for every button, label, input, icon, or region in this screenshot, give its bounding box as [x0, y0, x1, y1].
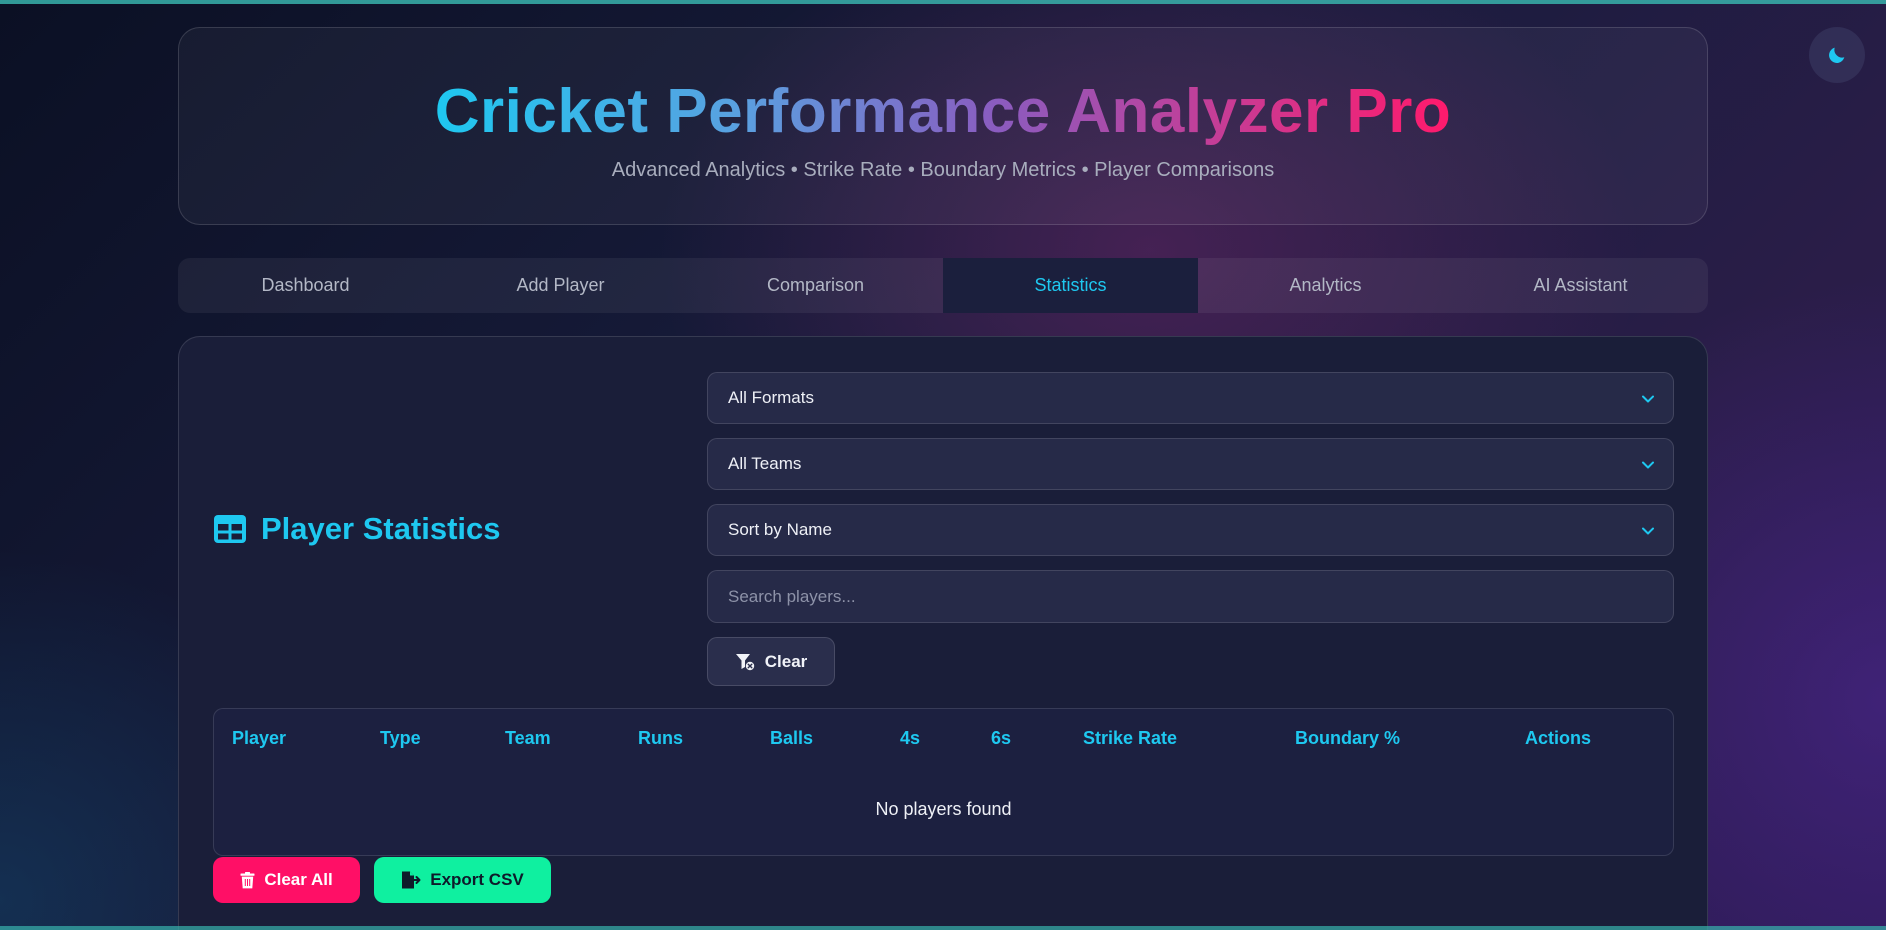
tab-ai-assistant[interactable]: AI Assistant [1453, 258, 1708, 313]
top-accent-line [0, 0, 1886, 4]
trash-icon [240, 871, 255, 888]
column-header-player[interactable]: Player [232, 728, 286, 749]
sort-select[interactable]: Sort by Name [707, 504, 1674, 556]
sort-select-value: Sort by Name [728, 520, 832, 539]
column-header-runs[interactable]: Runs [638, 728, 683, 749]
format-select[interactable]: All Formats [707, 372, 1674, 424]
file-export-icon [402, 871, 421, 889]
clear-all-label: Clear All [264, 870, 333, 889]
chevron-down-icon [1642, 527, 1654, 535]
table-icon [214, 515, 246, 543]
clear-filters-label: Clear [764, 651, 808, 671]
column-header-balls[interactable]: Balls [770, 728, 813, 749]
column-header-strike-rate[interactable]: Strike Rate [1083, 728, 1177, 749]
search-input[interactable] [728, 586, 1673, 607]
table-actions: Clear All Export CSV [213, 857, 551, 903]
chevron-down-icon [1642, 461, 1654, 469]
column-header-sixes[interactable]: 6s [991, 728, 1011, 749]
theme-toggle-button[interactable] [1809, 27, 1865, 83]
column-header-team[interactable]: Team [505, 728, 551, 749]
app-title: Cricket Performance Analyzer Pro [434, 77, 1452, 146]
empty-table-message: No players found [875, 799, 1012, 819]
format-select-value: All Formats [728, 388, 814, 407]
column-header-boundary-pct[interactable]: Boundary % [1295, 728, 1400, 749]
tab-add-player[interactable]: Add Player [433, 258, 688, 313]
chevron-down-icon [1642, 395, 1654, 403]
search-field[interactable] [707, 570, 1674, 623]
tab-analytics[interactable]: Analytics [1198, 258, 1453, 313]
column-header-type[interactable]: Type [380, 728, 421, 749]
statistics-table: Player Type Team Runs Balls 4s 6s Strike… [213, 708, 1674, 856]
column-header-actions: Actions [1525, 728, 1592, 748]
export-csv-button[interactable]: Export CSV [374, 857, 551, 903]
tab-comparison[interactable]: Comparison [688, 258, 943, 313]
app-header: Cricket Performance Analyzer Pro Advance… [178, 27, 1708, 225]
filter-clear-icon [735, 653, 754, 670]
column-header-fours[interactable]: 4s [900, 728, 920, 749]
section-title: Player Statistics [213, 511, 501, 547]
section-title-label: Player Statistics [261, 511, 501, 546]
clear-all-button[interactable]: Clear All [213, 857, 360, 903]
tab-statistics[interactable]: Statistics [943, 258, 1198, 313]
bottom-accent-line [0, 926, 1886, 930]
tab-dashboard[interactable]: Dashboard [178, 258, 433, 313]
app-subtitle: Advanced Analytics • Strike Rate • Bound… [611, 159, 1275, 181]
export-csv-label: Export CSV [430, 870, 524, 889]
team-select-value: All Teams [728, 454, 802, 473]
filters: All Formats All Teams Sort by Name Searc… [707, 372, 1674, 686]
statistics-panel: Player Statistics All Formats All Teams … [178, 336, 1708, 930]
main-tabs: Dashboard Add Player Comparison Statisti… [178, 258, 1708, 313]
clear-filters-button[interactable]: Clear [707, 637, 835, 686]
team-select[interactable]: All Teams [707, 438, 1674, 490]
moon-icon [1829, 47, 1845, 63]
